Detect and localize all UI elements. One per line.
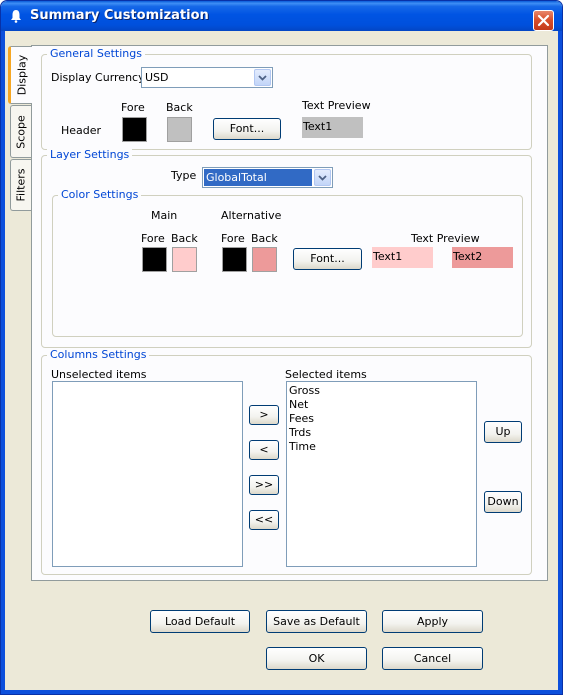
ok-button[interactable]: OK (266, 647, 367, 670)
color-settings-title: Color Settings (58, 188, 142, 201)
selected-items-label: Selected items (285, 368, 367, 381)
color-text-preview-label: Text Preview (411, 232, 480, 245)
add-item-button[interactable]: > (249, 405, 279, 425)
tab-filters[interactable]: Filters (10, 159, 31, 211)
load-default-button[interactable]: Load Default (150, 610, 250, 633)
display-currency-value: USD (145, 71, 169, 84)
alt-back-label: Back (251, 232, 278, 245)
columns-settings-title: Columns Settings (47, 348, 150, 361)
list-item[interactable]: Time (287, 440, 476, 454)
window-frame-left (1, 31, 5, 694)
display-currency-select[interactable]: USD (141, 67, 273, 88)
header-text-preview: Text1 (302, 117, 363, 138)
main-label: Main (151, 209, 178, 222)
type-dropdown-button[interactable] (314, 169, 331, 186)
cancel-button[interactable]: Cancel (382, 647, 483, 670)
tab-scope[interactable]: Scope (10, 105, 31, 158)
header-back-color-swatch[interactable] (167, 117, 192, 142)
alternative-label: Alternative (221, 209, 282, 222)
general-back-label: Back (166, 101, 193, 114)
add-all-button[interactable]: >> (249, 475, 279, 495)
header-fore-color-swatch[interactable] (122, 117, 147, 142)
chevron-down-icon (318, 175, 327, 181)
list-item[interactable]: Net (287, 398, 476, 412)
close-icon (537, 14, 550, 27)
general-fore-label: Fore (121, 101, 145, 114)
layer-font-button[interactable]: Font... (293, 248, 362, 270)
window-frame-bottom (1, 690, 562, 694)
selected-items-list[interactable]: Gross Net Fees Trds Time (286, 381, 477, 567)
move-up-button[interactable]: Up (484, 421, 522, 443)
layer-type-value: GlobalTotal (204, 169, 312, 186)
list-item[interactable]: Gross (287, 384, 476, 398)
bell-icon (11, 10, 21, 23)
general-settings-title: General Settings (47, 47, 145, 60)
alt-back-color-swatch[interactable] (252, 247, 277, 272)
window-title: Summary Customization (30, 8, 209, 23)
header-font-button[interactable]: Font... (213, 118, 281, 140)
main-text-preview: Text1 (372, 247, 433, 268)
alt-fore-color-swatch[interactable] (222, 247, 247, 272)
main-back-color-swatch[interactable] (172, 247, 197, 272)
layer-settings-title: Layer Settings (47, 148, 133, 161)
unselected-items-label: Unselected items (51, 368, 147, 381)
main-back-label: Back (171, 232, 198, 245)
chevron-down-icon (258, 75, 267, 81)
tab-filters-label: Filters (14, 168, 28, 202)
alternative-text-preview: Text2 (452, 247, 513, 268)
summary-customization-dialog: Summary Customization Display Scope Filt… (0, 0, 563, 695)
save-as-default-button[interactable]: Save as Default (266, 610, 367, 633)
tab-display-label: Display (15, 54, 28, 96)
list-item[interactable]: Fees (287, 412, 476, 426)
main-fore-label: Fore (141, 232, 165, 245)
move-down-button[interactable]: Down (484, 491, 522, 513)
layer-type-select[interactable]: GlobalTotal (202, 167, 333, 188)
alt-fore-label: Fore (221, 232, 245, 245)
tab-display[interactable]: Display (8, 46, 32, 104)
display-currency-label: Display Currency: (51, 71, 148, 84)
general-settings-group: General Settings (41, 47, 532, 150)
unselected-items-list[interactable] (52, 381, 243, 567)
tab-scope-label: Scope (14, 114, 28, 149)
remove-all-button[interactable]: << (249, 510, 279, 530)
title-bar[interactable]: Summary Customization (1, 1, 562, 31)
apply-button[interactable]: Apply (382, 610, 483, 633)
remove-item-button[interactable]: < (249, 440, 279, 460)
close-button[interactable] (533, 10, 554, 31)
header-label: Header (61, 124, 102, 137)
general-text-preview-label: Text Preview (302, 99, 371, 112)
list-item[interactable]: Trds (287, 426, 476, 440)
display-tab-page: General Settings Display Currency: USD F… (31, 45, 548, 581)
main-fore-color-swatch[interactable] (142, 247, 167, 272)
currency-dropdown-button[interactable] (254, 69, 271, 86)
window-frame-right (558, 31, 562, 694)
type-label: Type (171, 169, 197, 182)
